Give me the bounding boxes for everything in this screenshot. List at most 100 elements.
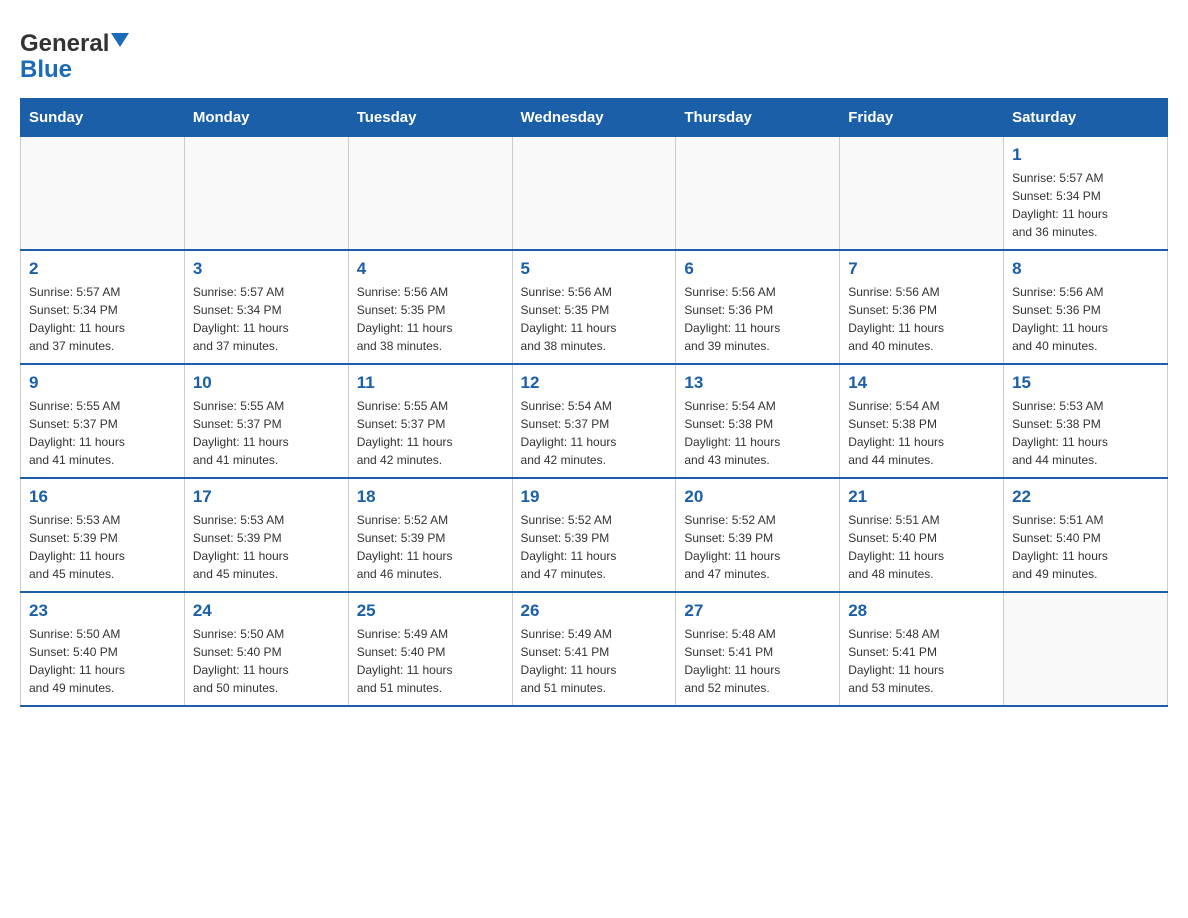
day-number: 23 xyxy=(29,601,176,621)
calendar-header: SundayMondayTuesdayWednesdayThursdayFrid… xyxy=(21,99,1168,137)
day-info: Sunrise: 5:50 AM Sunset: 5:40 PM Dayligh… xyxy=(193,625,340,697)
weekday-header-thursday: Thursday xyxy=(676,99,840,137)
logo-general: General xyxy=(20,30,109,58)
day-number: 18 xyxy=(357,487,504,507)
calendar-cell: 14Sunrise: 5:54 AM Sunset: 5:38 PM Dayli… xyxy=(840,364,1004,478)
day-info: Sunrise: 5:55 AM Sunset: 5:37 PM Dayligh… xyxy=(193,397,340,469)
calendar-cell xyxy=(676,137,840,251)
day-info: Sunrise: 5:49 AM Sunset: 5:40 PM Dayligh… xyxy=(357,625,504,697)
logo-arrow-icon xyxy=(111,33,129,56)
calendar-week-row: 16 Sunrise: 5:53 AM Sunset: 5:39 PM Dayli… xyxy=(21,478,1168,592)
day-info: Sunrise: 5:53 AM Sunset: 5:39 PM Dayligh… xyxy=(193,511,340,583)
day-info: Sunrise: 5:57 AM Sunset: 5:34 PM Dayligh… xyxy=(29,283,176,355)
calendar-cell: 16 Sunrise: 5:53 AM Sunset: 5:39 PM Dayli… xyxy=(21,478,185,592)
calendar-week-row: 9 Sunrise: 5:55 AM Sunset: 5:37 PM Daylig… xyxy=(21,364,1168,478)
calendar-cell: 2 Sunrise: 5:57 AM Sunset: 5:34 PM Daylig… xyxy=(21,250,185,364)
day-number: 13 xyxy=(684,373,831,393)
day-info: Sunrise: 5:56 AM Sunset: 5:35 PM Dayligh… xyxy=(521,283,668,355)
calendar-cell: 10Sunrise: 5:55 AM Sunset: 5:37 PM Dayli… xyxy=(184,364,348,478)
calendar-cell: 21 Sunrise: 5:51 AM Sunset: 5:40 PM Dayli… xyxy=(840,478,1004,592)
day-number: 14 xyxy=(848,373,995,393)
calendar-cell xyxy=(21,137,185,251)
calendar-cell: 18 Sunrise: 5:52 AM Sunset: 5:39 PM Dayli… xyxy=(348,478,512,592)
day-info: Sunrise: 5:50 AM Sunset: 5:40 PM Dayligh… xyxy=(29,625,176,697)
day-number: 22 xyxy=(1012,487,1159,507)
calendar-cell: 11 Sunrise: 5:55 AM Sunset: 5:37 PM Dayli… xyxy=(348,364,512,478)
day-info: Sunrise: 5:55 AM Sunset: 5:37 PM Dayligh… xyxy=(357,397,504,469)
weekday-header-friday: Friday xyxy=(840,99,1004,137)
day-info: Sunrise: 5:49 AM Sunset: 5:41 PM Dayligh… xyxy=(521,625,668,697)
day-info: Sunrise: 5:48 AM Sunset: 5:41 PM Dayligh… xyxy=(684,625,831,697)
calendar-cell: 3Sunrise: 5:57 AM Sunset: 5:34 PM Daylig… xyxy=(184,250,348,364)
calendar-week-row: 23 Sunrise: 5:50 AM Sunset: 5:40 PM Dayli… xyxy=(21,592,1168,706)
calendar-cell: 19 Sunrise: 5:52 AM Sunset: 5:39 PM Dayli… xyxy=(512,478,676,592)
calendar-cell xyxy=(840,137,1004,251)
day-number: 2 xyxy=(29,259,176,279)
day-number: 15 xyxy=(1012,373,1159,393)
day-info: Sunrise: 5:52 AM Sunset: 5:39 PM Dayligh… xyxy=(521,511,668,583)
day-info: Sunrise: 5:55 AM Sunset: 5:37 PM Dayligh… xyxy=(29,397,176,469)
calendar-cell: 28 Sunrise: 5:48 AM Sunset: 5:41 PM Dayli… xyxy=(840,592,1004,706)
calendar-cell: 20 Sunrise: 5:52 AM Sunset: 5:39 PM Dayli… xyxy=(676,478,840,592)
day-number: 16 xyxy=(29,487,176,507)
calendar-week-row: 1Sunrise: 5:57 AM Sunset: 5:34 PM Daylig… xyxy=(21,137,1168,251)
calendar-cell: 6 Sunrise: 5:56 AM Sunset: 5:36 PM Daylig… xyxy=(676,250,840,364)
weekday-header-tuesday: Tuesday xyxy=(348,99,512,137)
calendar-cell: 22 Sunrise: 5:51 AM Sunset: 5:40 PM Dayli… xyxy=(1004,478,1168,592)
calendar-cell: 12 Sunrise: 5:54 AM Sunset: 5:37 PM Dayli… xyxy=(512,364,676,478)
calendar-cell: 15 Sunrise: 5:53 AM Sunset: 5:38 PM Dayli… xyxy=(1004,364,1168,478)
calendar-cell: 27 Sunrise: 5:48 AM Sunset: 5:41 PM Dayli… xyxy=(676,592,840,706)
calendar-table: SundayMondayTuesdayWednesdayThursdayFrid… xyxy=(20,98,1168,707)
day-info: Sunrise: 5:57 AM Sunset: 5:34 PM Dayligh… xyxy=(193,283,340,355)
day-number: 21 xyxy=(848,487,995,507)
day-info: Sunrise: 5:56 AM Sunset: 5:36 PM Dayligh… xyxy=(848,283,995,355)
day-number: 26 xyxy=(521,601,668,621)
day-info: Sunrise: 5:51 AM Sunset: 5:40 PM Dayligh… xyxy=(1012,511,1159,583)
day-info: Sunrise: 5:56 AM Sunset: 5:36 PM Dayligh… xyxy=(1012,283,1159,355)
day-number: 11 xyxy=(357,373,504,393)
weekday-header-row: SundayMondayTuesdayWednesdayThursdayFrid… xyxy=(21,99,1168,137)
day-number: 9 xyxy=(29,373,176,393)
calendar-cell xyxy=(348,137,512,251)
calendar-cell: 4 Sunrise: 5:56 AM Sunset: 5:35 PM Daylig… xyxy=(348,250,512,364)
calendar-cell: 25Sunrise: 5:49 AM Sunset: 5:40 PM Dayli… xyxy=(348,592,512,706)
day-info: Sunrise: 5:54 AM Sunset: 5:37 PM Dayligh… xyxy=(521,397,668,469)
day-info: Sunrise: 5:48 AM Sunset: 5:41 PM Dayligh… xyxy=(848,625,995,697)
day-number: 27 xyxy=(684,601,831,621)
day-number: 6 xyxy=(684,259,831,279)
day-info: Sunrise: 5:56 AM Sunset: 5:36 PM Dayligh… xyxy=(684,283,831,355)
weekday-header-sunday: Sunday xyxy=(21,99,185,137)
day-number: 7 xyxy=(848,259,995,279)
weekday-header-saturday: Saturday xyxy=(1004,99,1168,137)
day-number: 17 xyxy=(193,487,340,507)
calendar-cell: 9 Sunrise: 5:55 AM Sunset: 5:37 PM Daylig… xyxy=(21,364,185,478)
day-number: 5 xyxy=(521,259,668,279)
calendar-cell: 8 Sunrise: 5:56 AM Sunset: 5:36 PM Daylig… xyxy=(1004,250,1168,364)
day-info: Sunrise: 5:53 AM Sunset: 5:38 PM Dayligh… xyxy=(1012,397,1159,469)
calendar-cell: 26 Sunrise: 5:49 AM Sunset: 5:41 PM Dayli… xyxy=(512,592,676,706)
calendar-cell: 23 Sunrise: 5:50 AM Sunset: 5:40 PM Dayli… xyxy=(21,592,185,706)
day-number: 12 xyxy=(521,373,668,393)
day-info: Sunrise: 5:57 AM Sunset: 5:34 PM Dayligh… xyxy=(1012,169,1159,241)
day-number: 24 xyxy=(193,601,340,621)
day-info: Sunrise: 5:56 AM Sunset: 5:35 PM Dayligh… xyxy=(357,283,504,355)
day-number: 8 xyxy=(1012,259,1159,279)
day-number: 28 xyxy=(848,601,995,621)
calendar-cell xyxy=(512,137,676,251)
day-info: Sunrise: 5:52 AM Sunset: 5:39 PM Dayligh… xyxy=(357,511,504,583)
logo: General Blue xyxy=(20,20,129,82)
weekday-header-wednesday: Wednesday xyxy=(512,99,676,137)
day-number: 4 xyxy=(357,259,504,279)
day-info: Sunrise: 5:51 AM Sunset: 5:40 PM Dayligh… xyxy=(848,511,995,583)
calendar-body: 1Sunrise: 5:57 AM Sunset: 5:34 PM Daylig… xyxy=(21,137,1168,707)
weekday-header-monday: Monday xyxy=(184,99,348,137)
calendar-week-row: 2 Sunrise: 5:57 AM Sunset: 5:34 PM Daylig… xyxy=(21,250,1168,364)
day-info: Sunrise: 5:53 AM Sunset: 5:39 PM Dayligh… xyxy=(29,511,176,583)
calendar-cell: 1Sunrise: 5:57 AM Sunset: 5:34 PM Daylig… xyxy=(1004,137,1168,251)
calendar-cell: 7 Sunrise: 5:56 AM Sunset: 5:36 PM Daylig… xyxy=(840,250,1004,364)
calendar-cell xyxy=(184,137,348,251)
day-info: Sunrise: 5:52 AM Sunset: 5:39 PM Dayligh… xyxy=(684,511,831,583)
calendar-cell: 24 Sunrise: 5:50 AM Sunset: 5:40 PM Dayli… xyxy=(184,592,348,706)
day-number: 19 xyxy=(521,487,668,507)
day-number: 20 xyxy=(684,487,831,507)
